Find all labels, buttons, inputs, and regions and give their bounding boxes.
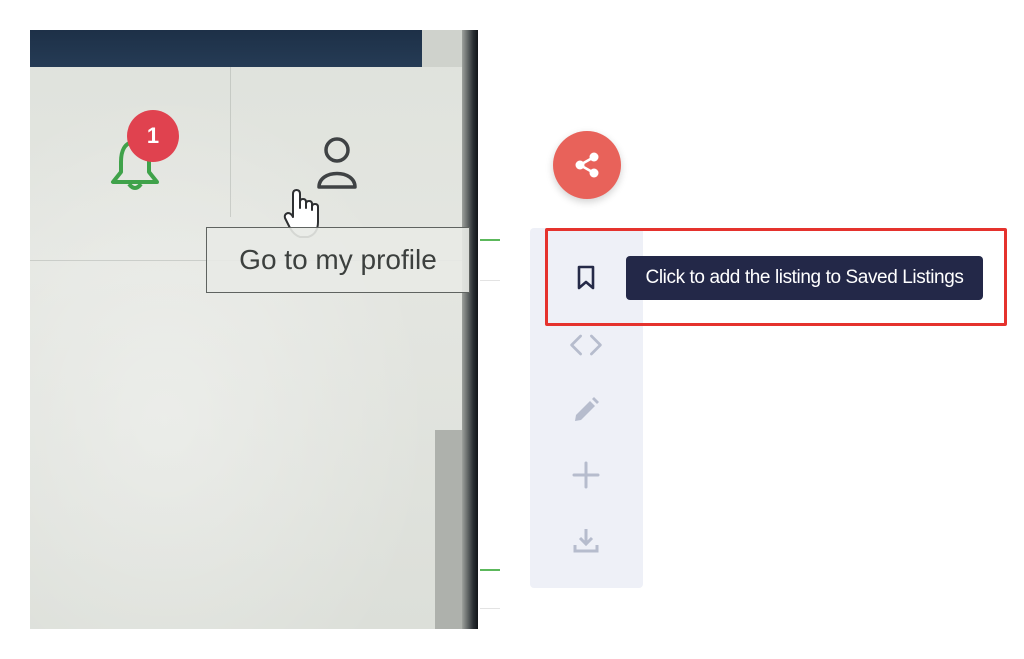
profile-icon[interactable]: [315, 135, 359, 191]
profile-tooltip: Go to my profile: [206, 227, 470, 293]
share-button[interactable]: [553, 131, 621, 199]
add-button[interactable]: [568, 457, 604, 493]
photo-header-bar: [30, 30, 422, 67]
save-listing-tooltip: Click to add the listing to Saved Listin…: [626, 256, 983, 300]
photo-scrollbar: [435, 430, 462, 629]
share-icon: [575, 152, 599, 178]
code-icon: [570, 334, 602, 356]
plus-icon: [572, 461, 600, 489]
embed-code-button[interactable]: [568, 327, 604, 363]
monitor-bezel: [462, 30, 478, 629]
pencil-icon: [575, 397, 599, 421]
notification-badge: 1: [127, 110, 179, 162]
download-button[interactable]: [568, 522, 604, 558]
edit-button[interactable]: [568, 392, 604, 428]
screen-photo: 1 Go to my profile: [30, 30, 478, 629]
download-icon: [573, 529, 599, 553]
